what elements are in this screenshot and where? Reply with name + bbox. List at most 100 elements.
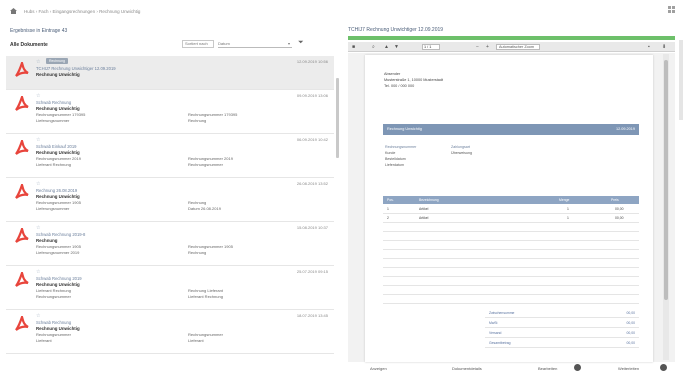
share-icon[interactable] <box>660 364 667 371</box>
zoom-select[interactable]: Automatischer Zoom <box>496 44 540 50</box>
star-icon[interactable]: ☆ <box>36 269 40 275</box>
list-item[interactable]: ☆ Rechnung TCHIJ7 Rechnung Unwichtiger 1… <box>6 56 334 90</box>
item-meta: Rechnungsnummer <box>188 332 223 337</box>
totals-label: Zwischensumme <box>489 311 515 315</box>
star-icon[interactable]: ☆ <box>36 59 40 65</box>
breadcrumb-item[interactable]: Hubs <box>24 9 35 14</box>
results-panel: Ergebnisse in Eintrage 43 Alle Dokumente… <box>0 22 340 372</box>
pdf-icon <box>15 316 29 331</box>
list-item[interactable]: ☆ Schwab Rechnung Rechnung Unwichtig Rec… <box>6 310 334 354</box>
prev-page-icon[interactable]: ▲ <box>384 44 389 50</box>
table-row <box>383 277 639 286</box>
item-title: Rechnung 26.08.2019 <box>36 188 78 193</box>
item-meta: Rechnung <box>188 250 207 255</box>
apps-grid-icon[interactable] <box>668 6 678 16</box>
item-meta: Lieferant Rechnung <box>188 294 223 299</box>
item-detail: Lieferungsnummer <box>36 118 70 123</box>
item-detail: Rechnungsnummer <box>36 294 71 299</box>
list-item[interactable]: ☆ Schwab Einkauf 2019 Rechnung Unwichtig… <box>6 134 334 178</box>
pdf-icon <box>15 96 29 111</box>
totals-value: 00,00 <box>626 341 636 345</box>
filter-icon[interactable]: ⏷ <box>298 39 308 49</box>
item-subtitle: Rechnung Unwichtig <box>36 194 80 199</box>
list-item[interactable]: ☆ Schwab Rechnung 2019-8 Rechnung Rechnu… <box>6 222 334 266</box>
breadcrumb-item[interactable]: Eingangsrechnungen <box>53 9 96 14</box>
breadcrumb-item: Rechnung Unwichtig <box>99 9 141 14</box>
footer-action[interactable]: Dokumentdetails <box>452 366 482 371</box>
footer-action[interactable]: Weiterleiten <box>618 366 639 371</box>
zoom-in-icon[interactable]: + <box>486 44 489 50</box>
breadcrumb-item[interactable]: Fach <box>39 9 49 14</box>
totals-label: Versand <box>489 331 502 335</box>
results-title: Ergebnisse in Eintrage 43 <box>10 28 68 34</box>
item-title: Schwab Rechnung 2019 <box>36 276 82 281</box>
totals-label: MwSt <box>489 321 498 325</box>
cell: 2 <box>387 216 389 220</box>
preview-panel: TCHIJ7 Rechnung Unwichtiger 12.09.2019 ■… <box>345 22 683 372</box>
cell: 00,00 <box>615 216 624 220</box>
pdf-icon <box>15 228 29 243</box>
pdf-scrollbar[interactable] <box>663 54 669 360</box>
list-item[interactable]: ☆ Schwab Rechnung Rechnung Unwichtig Rec… <box>6 90 334 134</box>
item-meta: Rechnung <box>188 118 207 123</box>
list-item[interactable]: ☆ Schwab Rechnung 2019 Rechnung Unwichti… <box>6 266 334 310</box>
home-icon[interactable] <box>10 8 17 14</box>
footer-action[interactable]: Bearbeiten <box>538 366 557 371</box>
item-meta: Rechnung <box>188 200 207 205</box>
sidebar-toggle-icon[interactable]: ■ <box>352 44 355 50</box>
edit-icon[interactable] <box>574 364 581 371</box>
breadcrumb: Hubs › Fach › Eingangsrechnungen › Rechn… <box>24 9 141 14</box>
star-icon[interactable]: ☆ <box>36 181 40 187</box>
item-detail: Rechnungsnummer 1905 <box>36 200 81 205</box>
invoice-header-band: Rechnung Unwichtig 12.09.2019 <box>383 124 639 135</box>
table-row <box>383 286 639 295</box>
item-title: TCHIJ7 Rechnung Unwichtiger 12.09.2019 <box>36 66 116 71</box>
table-row <box>383 295 639 304</box>
star-icon[interactable]: ☆ <box>36 93 40 99</box>
pdf-viewport[interactable]: Absender Musterstraße 1, 10000 Mustersta… <box>348 53 675 362</box>
totals-value: 00,00 <box>626 321 636 325</box>
sort-select[interactable]: Datum ▾ <box>218 40 292 48</box>
totals-label: Gesamtbetrag <box>489 341 511 345</box>
search-icon[interactable]: ⌕ <box>372 44 375 50</box>
table-row <box>383 232 639 241</box>
status-badge: Rechnung <box>46 58 68 64</box>
meta-label: Kunde <box>385 151 396 155</box>
preview-footer: Anzeigen Dokumentdetails Bearbeiten Weit… <box>348 363 675 372</box>
totals-row: MwSt 00,00 <box>485 319 639 328</box>
item-date: 15.08.2019 10:37 <box>296 225 328 230</box>
star-icon[interactable]: ☆ <box>36 225 40 231</box>
zoom-out-icon[interactable]: − <box>476 44 479 50</box>
pdf-scrollbar-thumb[interactable] <box>664 60 668 300</box>
pdf-icon <box>15 184 29 199</box>
download-icon[interactable]: ⬇ <box>662 44 666 50</box>
star-icon[interactable]: ☆ <box>36 313 40 319</box>
item-detail: Lieferungsnummer 2019 <box>36 250 80 255</box>
table-row: 2 Artikel 1 00,00 <box>383 214 639 223</box>
item-subtitle: Rechnung <box>36 238 58 243</box>
item-date: 09.09.2019 13:06 <box>296 93 328 98</box>
cell: 1 <box>387 207 389 211</box>
item-date: 12.09.2019 10:56 <box>296 59 328 64</box>
footer-action[interactable]: Anzeigen <box>370 366 387 371</box>
pdf-icon <box>15 62 29 77</box>
col-header: Bezeichnung <box>419 198 439 202</box>
item-detail: Rechnungsnummer <box>36 332 71 337</box>
item-title: Schwab Rechnung 2019-8 <box>36 232 86 237</box>
list-scrollbar[interactable] <box>336 78 339 158</box>
page-input[interactable]: 1 / 1 <box>422 44 440 50</box>
meta-label: Rechnungsnummer <box>385 145 417 149</box>
next-page-icon[interactable]: ▼ <box>394 44 399 50</box>
page-edge-scrollbar[interactable] <box>679 40 683 120</box>
item-subtitle: Rechnung Unwichtig <box>36 282 80 287</box>
print-icon[interactable]: ▪ <box>648 44 650 50</box>
table-row: 1 Artikel 1 00,00 <box>383 205 639 214</box>
list-item[interactable]: ☆ Rechnung 26.08.2019 Rechnung Unwichtig… <box>6 178 334 222</box>
item-detail: Rechnungsnummer 2019 <box>36 156 81 161</box>
cell: Artikel <box>419 207 429 211</box>
sender-address-line: Musterstraße 1, 10000 Musterstadt <box>384 78 444 82</box>
star-icon[interactable]: ☆ <box>36 137 40 143</box>
totals-row: Zwischensumme 00,00 <box>485 309 639 318</box>
item-detail: Lieferant Rechnung <box>36 288 71 293</box>
item-date: 06.09.2019 10:42 <box>296 137 328 142</box>
